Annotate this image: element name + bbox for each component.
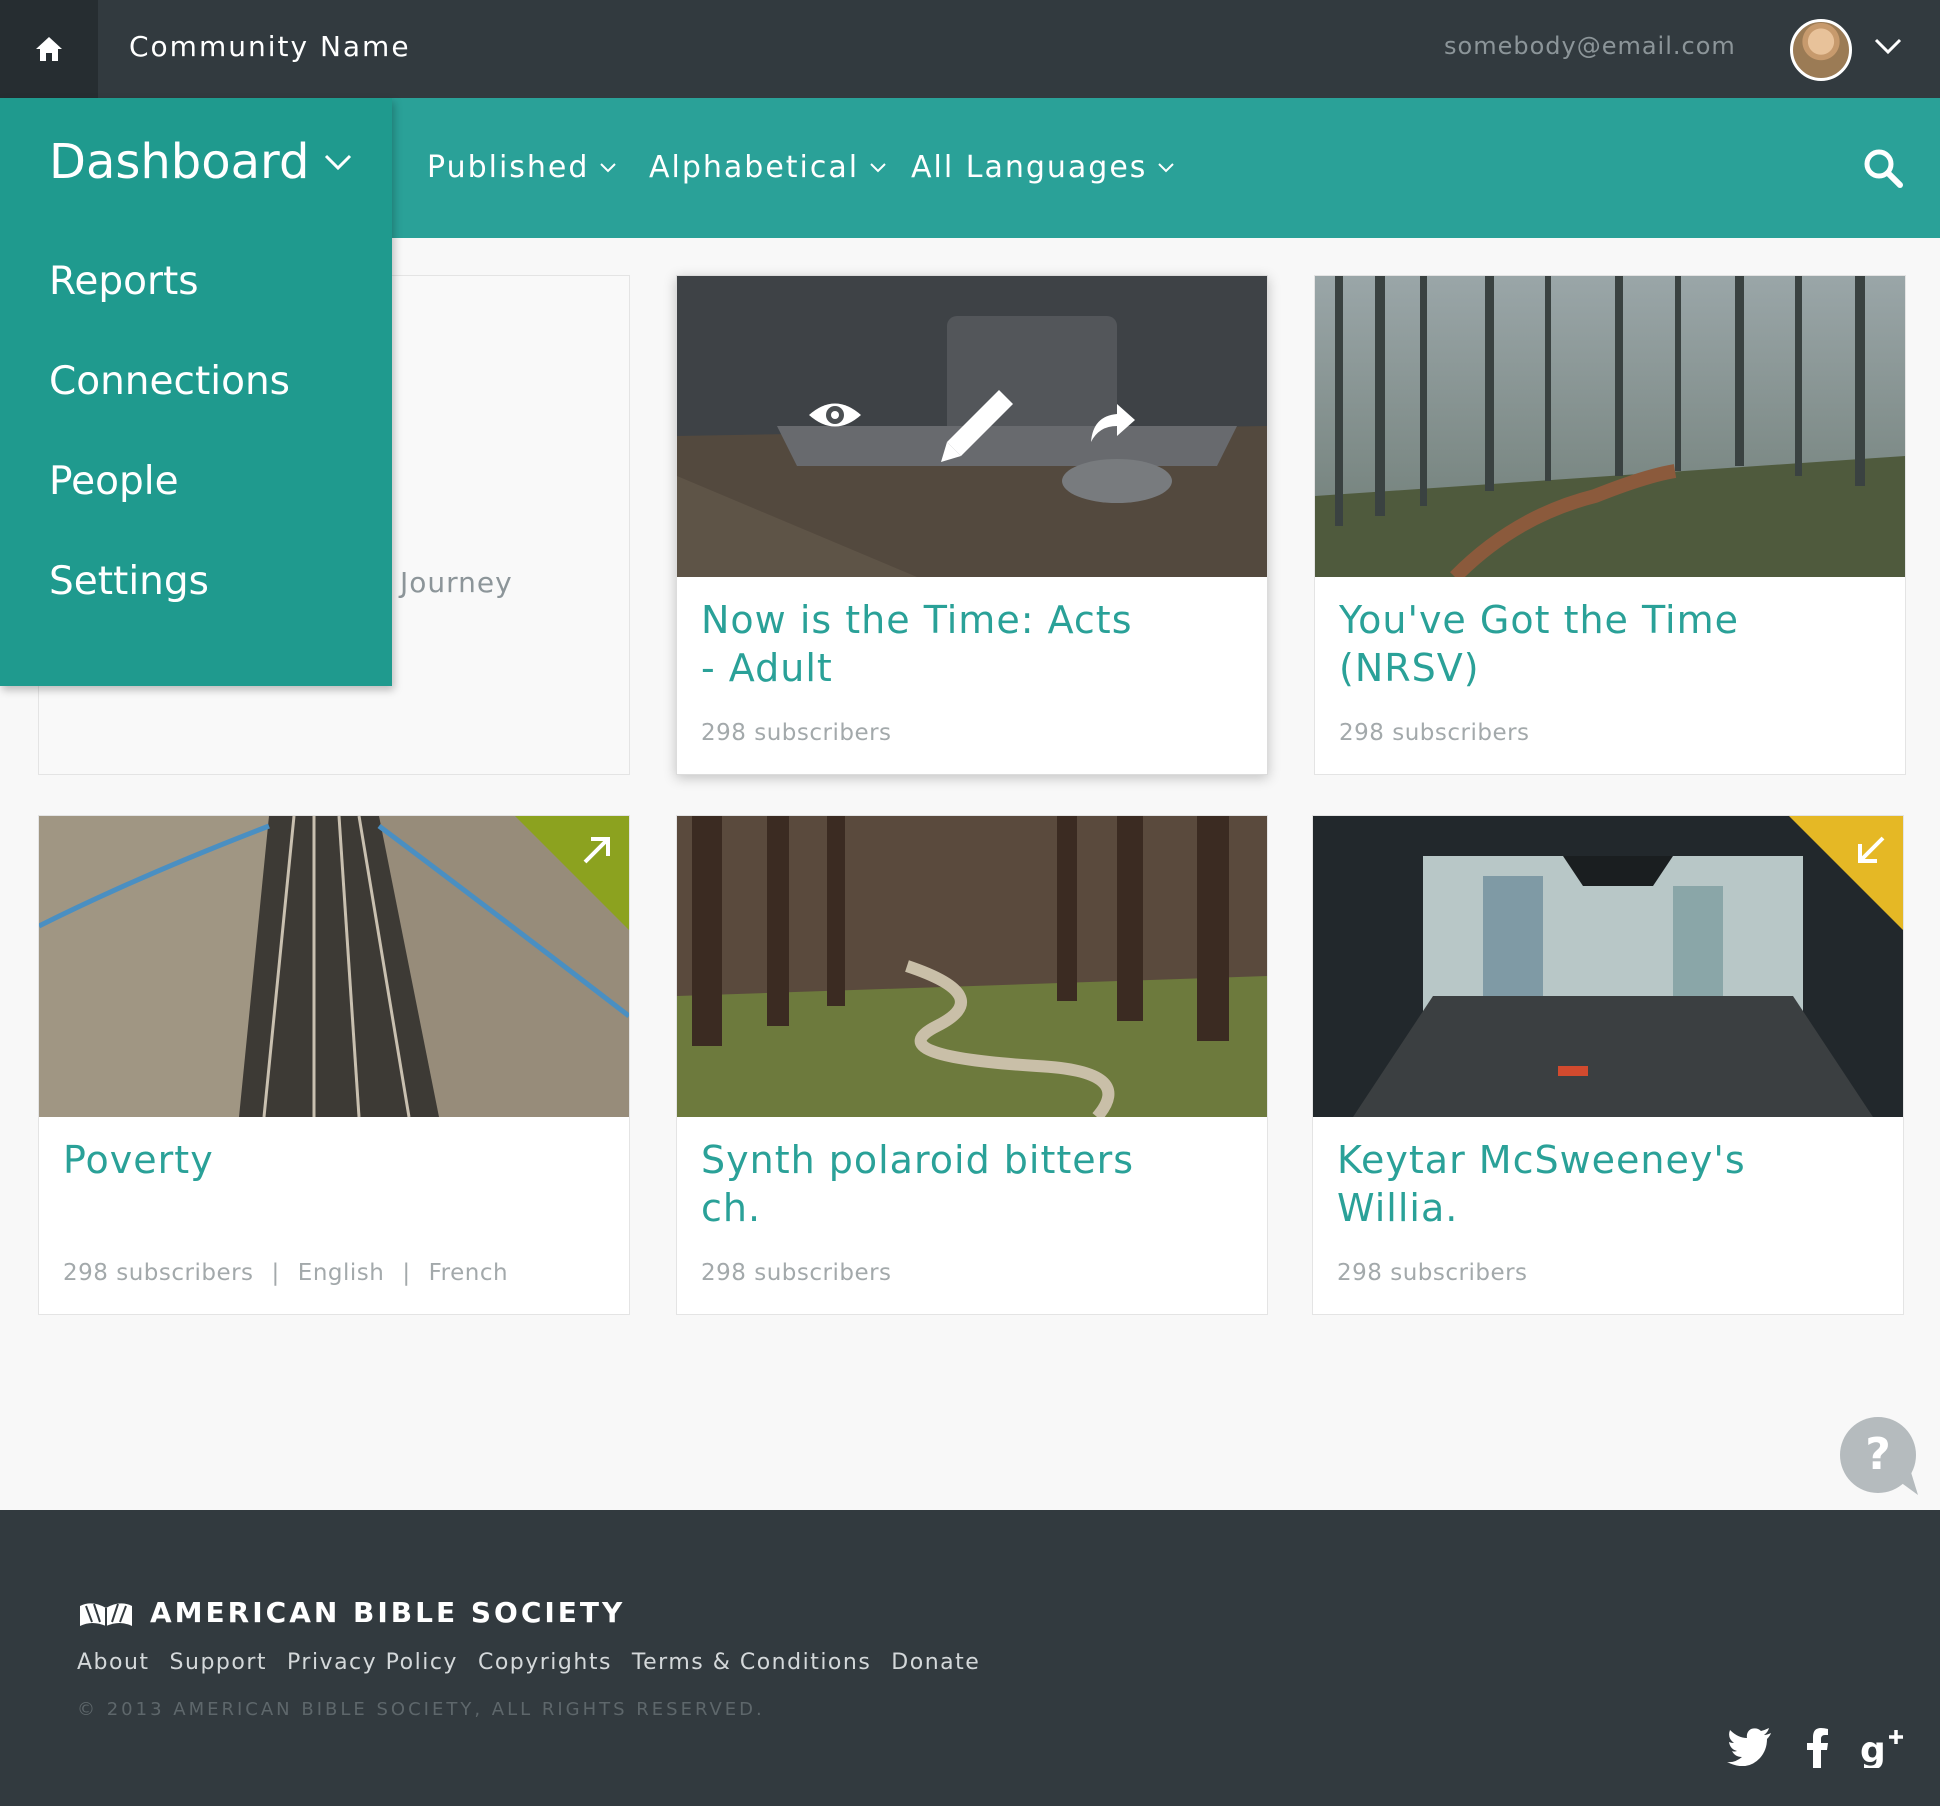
footer-link-privacy[interactable]: Privacy Policy xyxy=(287,1650,458,1675)
card-title[interactable]: Now is the Time: Acts - Adult xyxy=(701,596,1141,692)
open-book-logo xyxy=(80,1602,132,1626)
subscriber-count: 298 subscribers xyxy=(63,1260,254,1286)
content-card[interactable]: Keytar McSweeney's Willia. 298 subscribe… xyxy=(1312,815,1904,1315)
arrow-up-right-icon xyxy=(583,837,610,864)
top-bar: Community Name somebody@email.com xyxy=(0,0,1940,98)
brand-name: AMERICAN BIBLE SOCIETY xyxy=(150,1596,626,1629)
footer: AMERICAN BIBLE SOCIETY About Support Pri… xyxy=(0,1510,1940,1806)
edit-icon[interactable] xyxy=(939,386,1017,464)
twitter-icon[interactable] xyxy=(1727,1728,1773,1766)
content-card[interactable]: Synth polaroid bitters ch. 298 subscribe… xyxy=(676,815,1268,1315)
card-image xyxy=(677,816,1267,1117)
filter-label: Alphabetical xyxy=(649,150,860,185)
card-title-partial: Journey xyxy=(400,566,513,599)
footer-links: About Support Privacy Policy Copyrights … xyxy=(77,1650,980,1675)
menu-item-connections[interactable]: Connections xyxy=(49,359,290,404)
language-tag: French xyxy=(428,1260,509,1286)
chevron-down-icon[interactable] xyxy=(1873,36,1903,56)
menu-item-settings[interactable]: Settings xyxy=(49,559,209,604)
brand[interactable]: AMERICAN BIBLE SOCIETY xyxy=(78,1596,625,1629)
dashboard-toggle[interactable]: Dashboard xyxy=(49,134,353,190)
dashboard-menu: Dashboard Reports Connections People Set… xyxy=(0,98,392,686)
card-title[interactable]: Synth polaroid bitters ch. xyxy=(701,1136,1141,1232)
footer-link-terms[interactable]: Terms & Conditions xyxy=(632,1650,871,1675)
google-plus-icon[interactable]: g xyxy=(1860,1728,1906,1768)
view-icon[interactable] xyxy=(807,398,863,432)
subscriber-count: 298 subscribers xyxy=(701,1260,892,1286)
chevron-down-icon xyxy=(870,162,886,172)
home-button[interactable] xyxy=(0,0,98,98)
content-card[interactable]: You've Got the Time (NRSV) 298 subscribe… xyxy=(1314,275,1906,775)
content-card[interactable]: Now is the Time: Acts - Adult 298 subscr… xyxy=(676,275,1268,775)
footer-link-donate[interactable]: Donate xyxy=(891,1650,980,1675)
card-image xyxy=(1315,276,1905,577)
subscriber-count: 298 subscribers xyxy=(1339,720,1530,746)
subscriber-count: 298 subscribers xyxy=(701,720,892,746)
filter-published[interactable]: Published xyxy=(427,150,617,185)
card-title[interactable]: You've Got the Time (NRSV) xyxy=(1339,596,1779,692)
footer-link-copyrights[interactable]: Copyrights xyxy=(478,1650,612,1675)
chevron-down-icon xyxy=(325,154,352,171)
filter-alphabetical[interactable]: Alphabetical xyxy=(649,150,887,185)
subscriber-count: 298 subscribers xyxy=(1337,1260,1528,1286)
card-title[interactable]: Keytar McSweeney's Willia. xyxy=(1337,1136,1777,1232)
filter-label: All Languages xyxy=(911,150,1148,185)
help-bubble-icon[interactable]: ? xyxy=(1840,1417,1920,1497)
avatar[interactable] xyxy=(1790,19,1852,81)
filter-label: Published xyxy=(427,150,590,185)
menu-item-reports[interactable]: Reports xyxy=(49,259,199,304)
svg-text:?: ? xyxy=(1865,1429,1891,1480)
footer-link-support[interactable]: Support xyxy=(170,1650,267,1675)
card-meta: 298 subscribers | English | French xyxy=(63,1260,509,1286)
content-card[interactable]: Poverty 298 subscribers | English | French xyxy=(38,815,630,1315)
card-title[interactable]: Poverty xyxy=(63,1136,503,1184)
chevron-down-icon xyxy=(600,162,617,172)
footer-link-about[interactable]: About xyxy=(77,1650,150,1675)
language-tag: English xyxy=(297,1260,385,1286)
dashboard-title: Dashboard xyxy=(49,134,310,190)
svg-text:g: g xyxy=(1860,1730,1886,1768)
search-icon[interactable] xyxy=(1862,147,1904,189)
copyright: © 2013 AMERICAN BIBLE SOCIETY, ALL RIGHT… xyxy=(77,1699,765,1720)
chevron-down-icon xyxy=(1158,162,1175,172)
share-icon[interactable] xyxy=(1089,402,1137,444)
user-email: somebody@email.com xyxy=(1444,32,1736,60)
filter-languages[interactable]: All Languages xyxy=(911,150,1175,185)
facebook-icon[interactable] xyxy=(1805,1728,1829,1768)
arrow-down-left-icon xyxy=(1858,836,1885,863)
community-name[interactable]: Community Name xyxy=(129,30,411,63)
menu-item-people[interactable]: People xyxy=(49,459,179,504)
home-icon xyxy=(36,37,62,61)
